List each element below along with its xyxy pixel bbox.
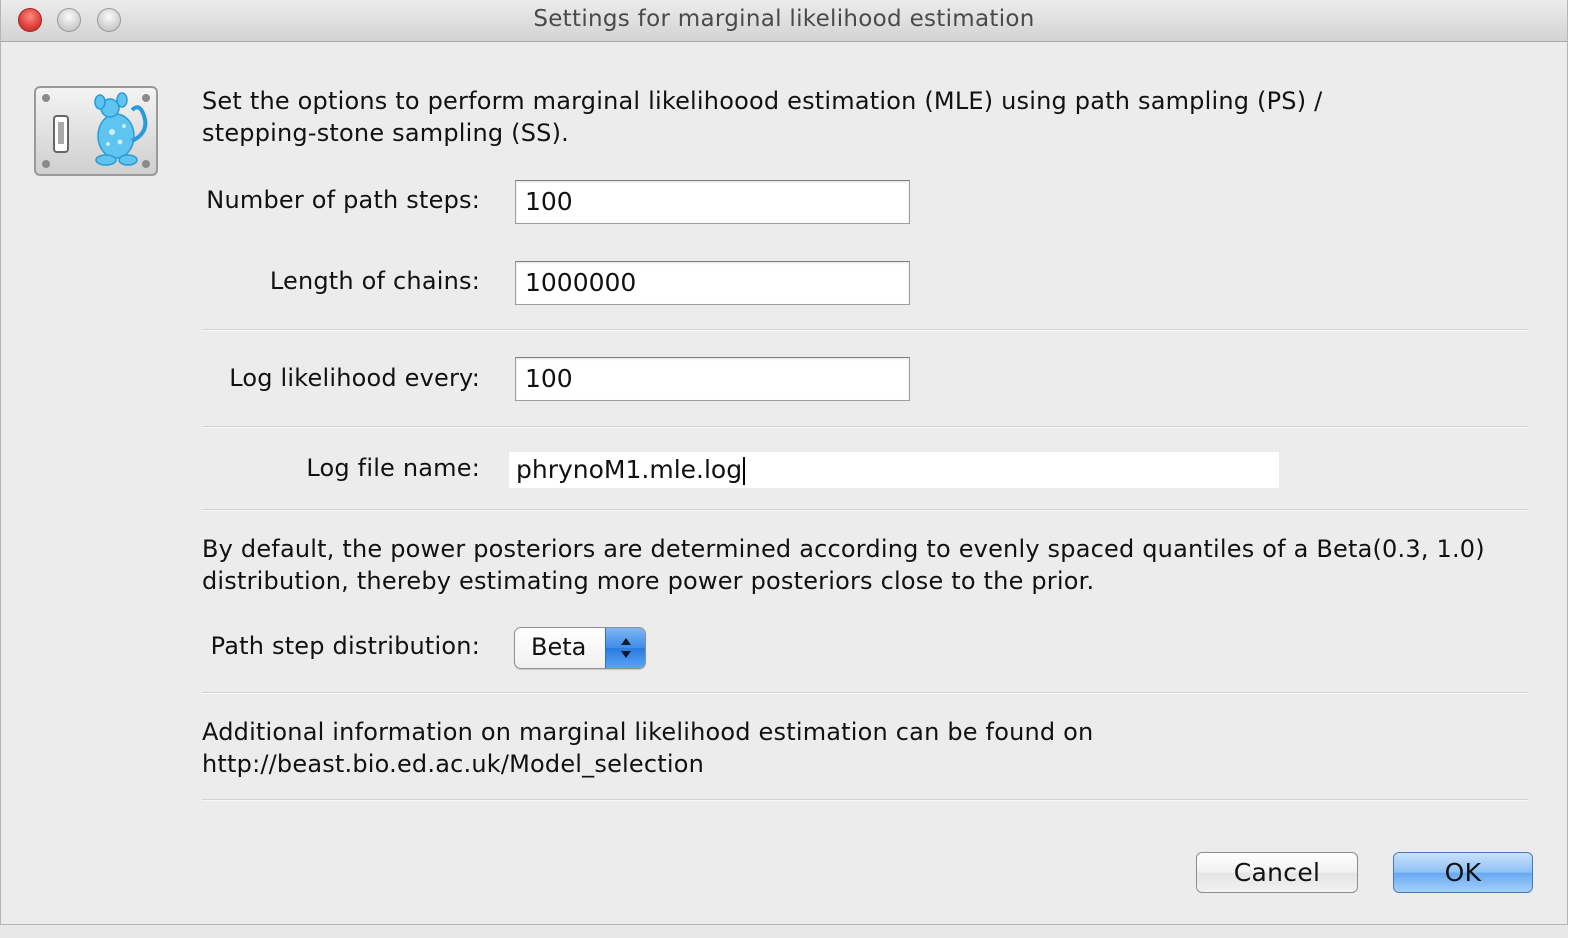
beast-app-icon xyxy=(34,86,158,176)
separator xyxy=(202,426,1528,428)
chain-length-label: Length of chains: xyxy=(269,267,480,295)
log-file-value: phrynoM1.mle.log xyxy=(516,455,743,484)
distribution-label: Path step distribution: xyxy=(210,632,480,660)
chevron-updown-icon xyxy=(605,628,645,668)
intro-text-line2: stepping-stone sampling (SS). xyxy=(202,119,569,147)
title-bar[interactable]: Settings for marginal likelihood estimat… xyxy=(1,0,1567,42)
separator xyxy=(202,509,1528,511)
distribution-select[interactable]: Beta xyxy=(514,627,646,669)
desktop-background xyxy=(1568,0,1590,938)
ok-button[interactable]: OK xyxy=(1393,852,1533,893)
distribution-select-value: Beta xyxy=(531,633,587,661)
cancel-button[interactable]: Cancel xyxy=(1196,852,1358,893)
dialog-window: Settings for marginal likelihood estimat… xyxy=(0,0,1568,925)
info-text-line2: http://beast.bio.ed.ac.uk/Model_selectio… xyxy=(202,750,705,778)
chain-length-field[interactable]: 1000000 xyxy=(515,261,910,305)
path-steps-field[interactable]: 100 xyxy=(515,180,910,224)
log-every-label: Log likelihood every: xyxy=(229,364,480,392)
default-text-line1: By default, the power posteriors are det… xyxy=(202,535,1485,563)
intro-text-line1: Set the options to perform marginal like… xyxy=(202,87,1323,115)
text-caret xyxy=(743,457,746,485)
separator xyxy=(202,692,1528,694)
log-every-field[interactable]: 100 xyxy=(515,357,910,401)
log-file-field[interactable]: phrynoM1.mle.log xyxy=(509,452,1279,488)
window-title: Settings for marginal likelihood estimat… xyxy=(533,6,1035,32)
separator xyxy=(202,799,1528,801)
path-steps-label: Number of path steps: xyxy=(206,186,480,214)
log-file-label: Log file name: xyxy=(306,454,480,482)
default-text-line2: distribution, thereby estimating more po… xyxy=(202,567,1095,595)
info-text-line1: Additional information on marginal likel… xyxy=(202,718,1094,746)
separator xyxy=(202,329,1528,331)
